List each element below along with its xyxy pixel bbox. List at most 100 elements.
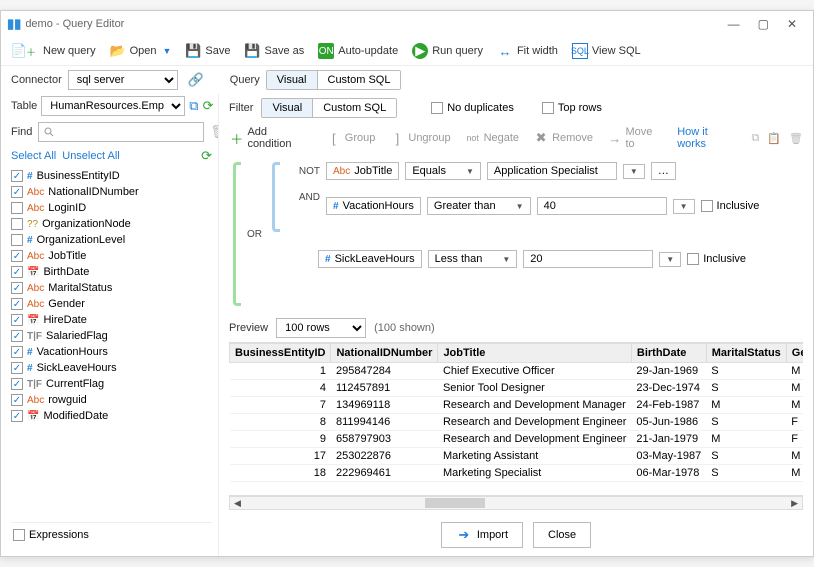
field-item[interactable]: ✓T|FSalariedFlag [11, 328, 212, 344]
move-to-button[interactable]: →Move to [607, 126, 663, 150]
how-it-works-link[interactable]: How it works [677, 126, 737, 150]
column-header[interactable]: NationalIDNumber [331, 344, 438, 363]
table-row[interactable]: 7134969118Research and Development Manag… [230, 397, 804, 414]
unselect-all-link[interactable]: Unselect All [62, 150, 119, 162]
query-custom-sql-tab[interactable]: Custom SQL [317, 71, 401, 89]
cond1-op[interactable]: Equals▼ [405, 162, 481, 180]
cond1-value[interactable]: Application Specialist [487, 162, 617, 180]
copy-icon[interactable]: ⧉ [189, 98, 198, 114]
filter-visual-tab[interactable]: Visual [262, 99, 312, 117]
horizontal-scrollbar[interactable]: ◀▶ [229, 496, 803, 510]
remove-button[interactable]: ✖Remove [533, 130, 593, 146]
negate-button[interactable]: notNegate [465, 130, 519, 146]
cond2-value-dd[interactable]: ▼ [673, 199, 695, 214]
column-header[interactable]: BirthDate [631, 344, 706, 363]
auto-update-icon: ON [318, 43, 334, 59]
column-header[interactable]: JobTitle [438, 344, 631, 363]
filter-custom-sql-tab[interactable]: Custom SQL [312, 99, 396, 117]
view-sql-button[interactable]: SQLView SQL [572, 43, 641, 59]
field-item[interactable]: ✓#SickLeaveHours [11, 360, 212, 376]
auto-update-toggle[interactable]: ONAuto-update [318, 43, 398, 59]
query-visual-tab[interactable]: Visual [267, 71, 317, 89]
cond2-op[interactable]: Greater than▼ [427, 197, 531, 215]
no-duplicates-checkbox[interactable]: No duplicates [431, 102, 514, 114]
copy-conditions-icon[interactable]: ⧉ [751, 132, 759, 145]
link-icon[interactable]: 🔗 [188, 72, 204, 88]
cond2-field[interactable]: #VacationHours [326, 197, 421, 215]
group-button[interactable]: [Group [326, 130, 376, 146]
minimize-button[interactable]: — [728, 17, 740, 31]
table-row[interactable]: 18222969461Marketing Specialist06-Mar-19… [230, 465, 804, 482]
cond1-value-dd[interactable]: ▼ [623, 164, 645, 179]
field-item[interactable]: ✓📅BirthDate [11, 264, 212, 280]
filter-label: Filter [229, 102, 253, 114]
field-item[interactable]: ✓#VacationHours [11, 344, 212, 360]
hash-icon: # [333, 201, 339, 212]
column-header[interactable]: MaritalStatus [706, 344, 786, 363]
table-select[interactable]: HumanResources.Emp [41, 96, 185, 116]
top-rows-checkbox[interactable]: Top rows [542, 102, 602, 114]
field-item[interactable]: ✓📅HireDate [11, 312, 212, 328]
table-row[interactable]: 17253022876Marketing Assistant03-May-198… [230, 448, 804, 465]
close-window-button[interactable]: ✕ [787, 17, 797, 31]
condition-row-1: NOT AbcJobTitle Equals▼ Application Spec… [294, 162, 759, 180]
column-header[interactable]: BusinessEntityID [230, 344, 331, 363]
cond1-field[interactable]: AbcJobTitle [326, 162, 399, 180]
field-item[interactable]: AbcLoginID [11, 200, 212, 216]
new-query-button[interactable]: 📄＋New query [11, 43, 96, 59]
cond2-inclusive[interactable]: Inclusive [701, 200, 760, 212]
open-button[interactable]: 📂Open▼ [110, 43, 172, 59]
query-mode-segment: Visual Custom SQL [266, 70, 402, 90]
field-item[interactable]: ✓AbcMaritalStatus [11, 280, 212, 296]
field-item[interactable]: #OrganizationLevel [11, 232, 212, 248]
arrow-right-icon: ➔ [456, 527, 472, 543]
cond2-value[interactable]: 40 [537, 197, 667, 215]
add-condition-button[interactable]: ＋Add condition [229, 126, 312, 150]
field-item[interactable]: ✓T|FCurrentFlag [11, 376, 212, 392]
delete-conditions-icon[interactable]: 🗑 [789, 132, 803, 145]
negate-icon: not [465, 130, 481, 146]
left-panel: Table HumanResources.Emp ⧉ ⟳ Find 🗑 Sele… [1, 94, 219, 556]
field-item[interactable]: ✓#BusinessEntityID [11, 168, 212, 184]
refresh-icon[interactable]: ⟳ [203, 98, 214, 114]
titlebar: ▮▮ demo - Query Editor — ▢ ✕ [1, 11, 813, 37]
table-row[interactable]: 1295847284Chief Executive Officer29-Jan-… [230, 363, 804, 380]
save-button[interactable]: 💾Save [185, 43, 230, 59]
table-row[interactable]: 9658797903Research and Development Engin… [230, 431, 804, 448]
cond3-value[interactable]: 20 [523, 250, 653, 268]
expressions-toggle[interactable]: Expressions [13, 529, 89, 541]
preview-grid[interactable]: BusinessEntityIDNationalIDNumberJobTitle… [229, 342, 803, 496]
cond3-value-dd[interactable]: ▼ [659, 252, 681, 267]
field-item[interactable]: ✓📅ModifiedDate [11, 408, 212, 424]
column-header[interactable]: Gender [786, 344, 803, 363]
right-panel: Filter Visual Custom SQL No duplicates T… [219, 94, 813, 556]
field-item[interactable]: ✓AbcNationalIDNumber [11, 184, 212, 200]
connector-select[interactable]: sql server [68, 70, 178, 90]
cond1-more[interactable]: … [651, 162, 676, 180]
clear-find-icon[interactable]: 🗑 [210, 124, 219, 140]
paste-conditions-icon[interactable]: 📋 [767, 132, 781, 145]
fit-width-button[interactable]: ↔Fit width [497, 43, 558, 59]
connector-label: Connector [11, 74, 62, 86]
save-as-button[interactable]: 💾Save as [245, 43, 305, 59]
import-button[interactable]: ➔Import [441, 522, 523, 548]
table-row[interactable]: 8811994146Research and Development Engin… [230, 414, 804, 431]
refresh-fields-icon[interactable]: ⟳ [201, 148, 212, 164]
field-item[interactable]: ✓AbcGender [11, 296, 212, 312]
cond3-field[interactable]: #SickLeaveHours [318, 250, 422, 268]
table-row[interactable]: 4112457891Senior Tool Designer23-Dec-197… [230, 380, 804, 397]
field-item[interactable]: ✓Abcrowguid [11, 392, 212, 408]
select-all-link[interactable]: Select All [11, 150, 56, 162]
query-label: Query [230, 74, 260, 86]
field-item[interactable]: ✓AbcJobTitle [11, 248, 212, 264]
app-icon: ▮▮ [7, 16, 21, 32]
preview-rows-select[interactable]: 100 rows [276, 318, 366, 338]
field-item[interactable]: ??OrganizationNode [11, 216, 212, 232]
cond3-inclusive[interactable]: Inclusive [687, 253, 746, 265]
close-button[interactable]: Close [533, 522, 591, 548]
ungroup-button[interactable]: ]Ungroup [389, 130, 450, 146]
cond3-op[interactable]: Less than▼ [428, 250, 518, 268]
run-query-button[interactable]: ▶Run query [412, 43, 483, 59]
maximize-button[interactable]: ▢ [758, 17, 769, 31]
find-input[interactable] [38, 122, 204, 142]
